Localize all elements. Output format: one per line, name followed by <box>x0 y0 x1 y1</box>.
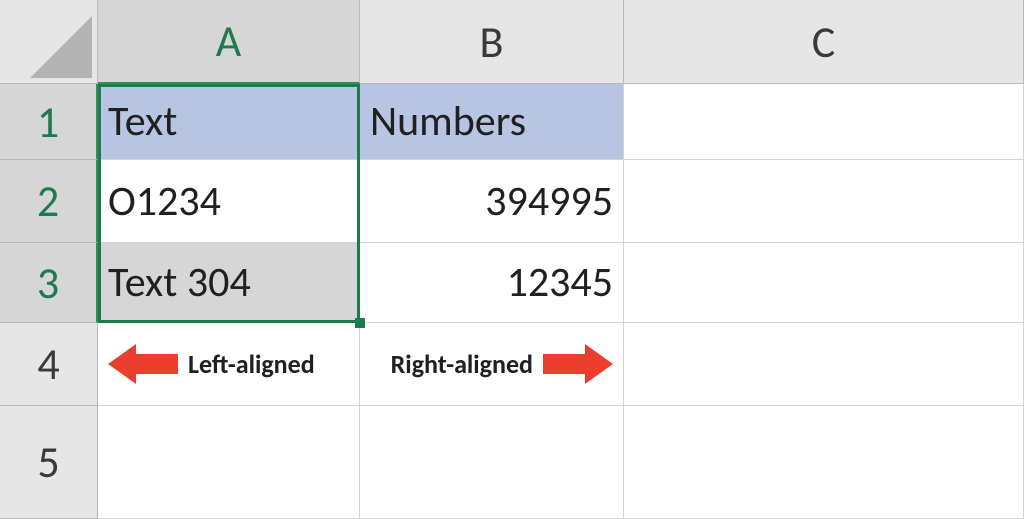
row-header-1[interactable]: 1 <box>0 84 98 160</box>
row-header-2[interactable]: 2 <box>0 160 98 243</box>
cell-B3[interactable]: 12345 <box>360 243 624 323</box>
cell-value: Text 304 <box>108 257 251 308</box>
cell-B4[interactable]: Right-aligned <box>360 323 624 406</box>
arrow-right-icon <box>543 344 613 384</box>
cell-C5[interactable] <box>624 406 1024 519</box>
select-all-corner[interactable] <box>0 0 98 84</box>
column-header-B[interactable]: B <box>360 0 624 84</box>
row-header-5[interactable]: 5 <box>0 406 98 519</box>
arrow-left-icon <box>108 344 178 384</box>
row-label: 4 <box>37 337 59 391</box>
row-header-4[interactable]: 4 <box>0 323 98 406</box>
annotation-right-label: Right-aligned <box>391 348 533 380</box>
cell-C2[interactable] <box>624 160 1024 243</box>
row-label: 5 <box>37 435 59 489</box>
column-label: B <box>480 15 504 69</box>
column-header-A[interactable]: A <box>98 0 360 84</box>
cell-A5[interactable] <box>98 406 360 519</box>
cell-value: Text <box>108 96 177 147</box>
cell-A1[interactable]: Text <box>98 84 360 160</box>
cell-value: 394995 <box>485 176 613 227</box>
annotation-left-label: Left-aligned <box>188 348 315 380</box>
cell-B5[interactable] <box>360 406 624 519</box>
row-header-3[interactable]: 3 <box>0 243 98 323</box>
column-label: C <box>812 15 835 69</box>
cell-C1[interactable] <box>624 84 1024 160</box>
row-label: 3 <box>37 256 59 310</box>
spreadsheet-grid: A B C 1 Text Numbers 2 O1234 394995 3 Te… <box>0 0 1024 519</box>
column-label: A <box>216 14 241 68</box>
cell-A4[interactable]: Left-aligned <box>98 323 360 406</box>
cell-C3[interactable] <box>624 243 1024 323</box>
cell-B2[interactable]: 394995 <box>360 160 624 243</box>
cell-value: Numbers <box>370 96 526 147</box>
cell-A2[interactable]: O1234 <box>98 160 360 243</box>
row-label: 1 <box>37 95 59 149</box>
cell-A3[interactable]: Text 304 <box>98 243 360 323</box>
cell-value: O1234 <box>108 176 221 227</box>
column-header-C[interactable]: C <box>624 0 1024 84</box>
cell-C4[interactable] <box>624 323 1024 406</box>
row-label: 2 <box>37 174 59 228</box>
cell-value: 12345 <box>507 257 613 308</box>
cell-B1[interactable]: Numbers <box>360 84 624 160</box>
